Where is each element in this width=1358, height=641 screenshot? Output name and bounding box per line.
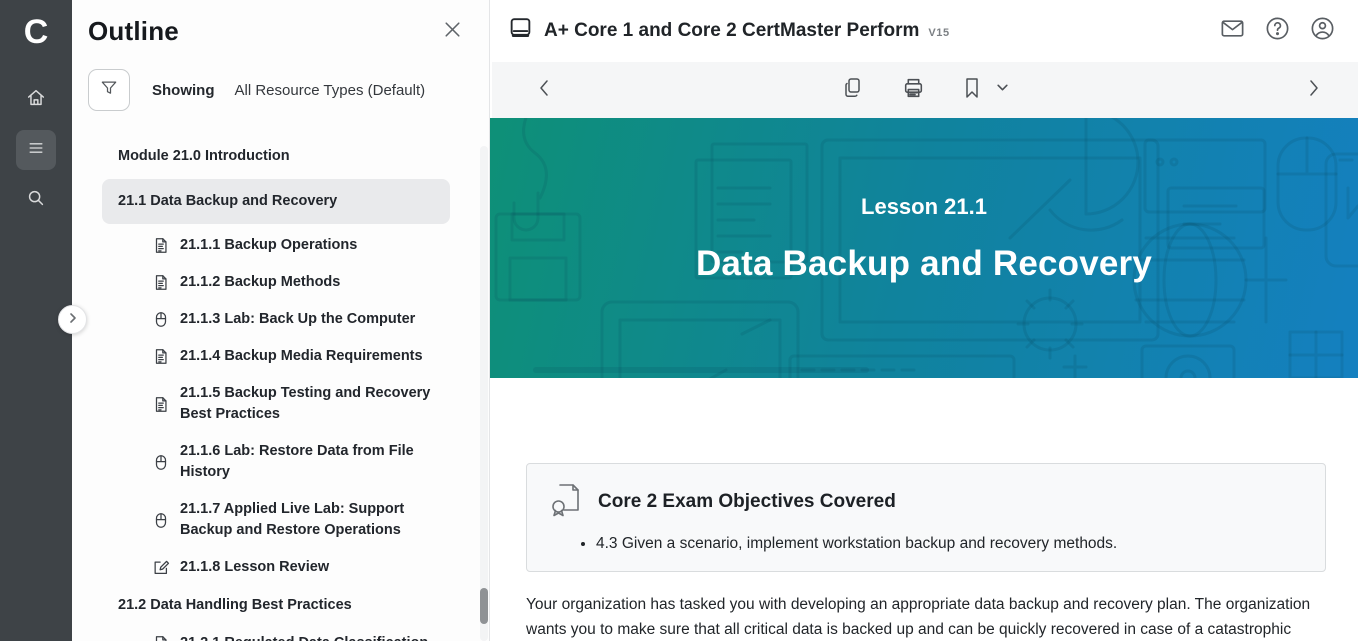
help-icon	[1264, 15, 1291, 47]
course-header: A+ Core 1 and Core 2 CertMaster Perform …	[490, 0, 1358, 62]
outline-item-label: 21.1.1 Backup Operations	[180, 235, 357, 256]
lesson-intro-paragraph: Your organization has tasked you with de…	[526, 592, 1326, 641]
bookmark-button[interactable]	[962, 75, 982, 106]
outline-panel: Outline Showing All Resource Types (Defa…	[72, 0, 490, 641]
course-book-icon	[508, 16, 533, 46]
account-button[interactable]	[1308, 17, 1336, 45]
mail-icon	[1219, 15, 1246, 47]
outline-item[interactable]: 21.1.7 Applied Live Lab: Support Backup …	[102, 491, 450, 549]
outline-item-label: 21.1.3 Lab: Back Up the Computer	[180, 309, 415, 330]
course-title: A+ Core 1 and Core 2 CertMaster Perform	[544, 20, 919, 42]
chevron-left-icon	[536, 78, 552, 103]
outline-item[interactable]: 21.1.3 Lab: Back Up the Computer	[102, 301, 450, 338]
outline-panel-title: Outline	[88, 16, 179, 47]
outline-item[interactable]: 21.1.4 Backup Media Requirements	[102, 338, 450, 375]
copy-button[interactable]	[841, 75, 865, 106]
lesson-number: Lesson 21.1	[861, 194, 987, 220]
exam-objectives-title: Core 2 Exam Objectives Covered	[598, 491, 896, 513]
edit-icon	[152, 558, 170, 577]
comptia-logo[interactable]: C	[24, 8, 49, 56]
outline-item[interactable]: Module 21.0 Introduction	[102, 137, 450, 176]
previous-page-button[interactable]	[536, 78, 552, 103]
outline-list: Module 21.0 Introduction 21.1 Data Backup…	[102, 137, 450, 641]
filter-button[interactable]	[88, 69, 130, 111]
exam-objectives-list: 4.3 Given a scenario, implement workstat…	[596, 532, 1303, 555]
lesson-banner: Lesson 21.1 Data Backup and Recovery	[490, 118, 1358, 378]
account-icon	[1309, 15, 1336, 47]
outline-item-label: 21.2 Data Handling Best Practices	[118, 595, 352, 616]
outline-item[interactable]: 21.1.2 Backup Methods	[102, 264, 450, 301]
next-page-button[interactable]	[1306, 78, 1322, 103]
panel-expand-button[interactable]	[58, 305, 87, 334]
exam-objectives-card: Core 2 Exam Objectives Covered 4.3 Given…	[526, 463, 1326, 572]
home-button[interactable]	[16, 80, 56, 120]
outline-menu-icon	[26, 138, 46, 163]
filter-funnel-icon	[99, 78, 119, 103]
mouse-icon	[152, 310, 170, 329]
outline-item[interactable]: 21.1.8 Lesson Review	[102, 549, 450, 586]
outline-item-label: 21.1.6 Lab: Restore Data from File Histo…	[180, 441, 450, 483]
document-icon	[152, 634, 170, 641]
outline-item-label: 21.1.4 Backup Media Requirements	[180, 346, 423, 367]
help-button[interactable]	[1263, 17, 1291, 45]
document-icon	[152, 395, 170, 414]
close-outline-button[interactable]	[439, 19, 465, 45]
lesson-content: Core 2 Exam Objectives Covered 4.3 Given…	[490, 378, 1358, 641]
messages-button[interactable]	[1218, 17, 1246, 45]
filter-value: All Resource Types (Default)	[235, 82, 426, 99]
outline-item-label: 21.1.8 Lesson Review	[180, 557, 329, 578]
outline-item[interactable]: 21.1 Data Backup and Recovery	[102, 179, 450, 224]
copy-icon	[841, 75, 865, 106]
chevron-right-icon	[67, 311, 79, 329]
mouse-icon	[152, 511, 170, 530]
lesson-title: Data Backup and Recovery	[696, 244, 1152, 284]
search-icon	[25, 187, 47, 214]
main-content-area: A+ Core 1 and Core 2 CertMaster Perform …	[490, 0, 1358, 641]
app-window: C Outline	[0, 0, 1358, 641]
print-button[interactable]	[901, 75, 926, 106]
outline-item-label: 21.1.7 Applied Live Lab: Support Backup …	[180, 499, 450, 541]
outline-item[interactable]: 21.2.1 Regulated Data Classification	[102, 625, 450, 641]
outline-menu-button[interactable]	[16, 130, 56, 170]
exam-objective-item: 4.3 Given a scenario, implement workstat…	[596, 532, 1303, 555]
chevron-right-icon	[1306, 78, 1322, 103]
certificate-icon	[549, 481, 583, 522]
outline-item-label: Module 21.0 Introduction	[118, 146, 290, 167]
outline-item[interactable]: 21.1.1 Backup Operations	[102, 227, 450, 264]
document-icon	[152, 273, 170, 292]
outline-item[interactable]: 21.1.5 Backup Testing and Recovery Best …	[102, 375, 450, 433]
course-version-badge: V15	[928, 27, 949, 39]
filter-showing-label: Showing	[152, 82, 215, 99]
bookmark-dropdown-button[interactable]	[996, 81, 1009, 99]
outline-item-label: 21.1 Data Backup and Recovery	[118, 191, 337, 212]
outline-item[interactable]: 21.2 Data Handling Best Practices	[102, 586, 450, 625]
document-icon	[152, 236, 170, 255]
home-icon	[25, 87, 47, 114]
document-icon	[152, 347, 170, 366]
outline-item-label: 21.1.2 Backup Methods	[180, 272, 340, 293]
outline-scrollbar-thumb[interactable]	[480, 588, 488, 624]
chevron-down-icon	[996, 81, 1009, 99]
outline-item-label: 21.1.5 Backup Testing and Recovery Best …	[180, 383, 450, 425]
lesson-toolbar	[492, 62, 1358, 118]
outline-item[interactable]: 21.1.6 Lab: Restore Data from File Histo…	[102, 433, 450, 491]
close-icon	[442, 19, 463, 45]
outline-scrollbar-track[interactable]	[480, 146, 488, 641]
search-button[interactable]	[16, 180, 56, 220]
bookmark-icon	[962, 75, 982, 106]
print-icon	[901, 75, 926, 106]
mouse-icon	[152, 453, 170, 472]
outline-item-label: 21.2.1 Regulated Data Classification	[180, 633, 428, 641]
